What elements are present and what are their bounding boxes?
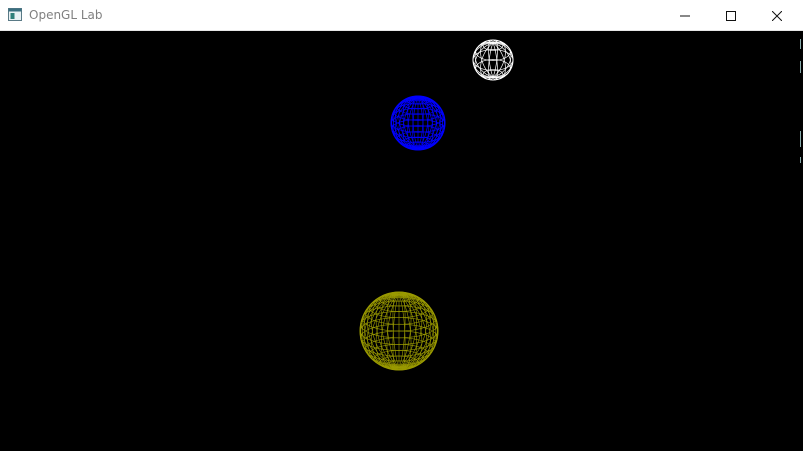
maximize-icon xyxy=(726,10,736,21)
app-window-icon xyxy=(8,8,22,21)
sphere-longitude-line xyxy=(472,42,514,78)
sphere-longitude-line xyxy=(488,39,498,81)
yellow-wireframe-sphere xyxy=(359,291,439,371)
sphere-longitude-line xyxy=(488,39,498,81)
close-button[interactable] xyxy=(754,0,800,31)
sphere-longitude-line xyxy=(480,40,506,80)
close-icon xyxy=(772,10,782,21)
white-wireframe-sphere xyxy=(472,39,514,81)
minimize-button[interactable] xyxy=(662,0,708,31)
window-right-edge xyxy=(799,31,803,451)
minimize-icon xyxy=(680,15,690,16)
title-bar[interactable]: OpenGL Lab xyxy=(0,0,803,31)
sphere-longitude-line xyxy=(474,42,512,78)
sphere-longitude-line xyxy=(474,42,512,78)
sphere-longitude-line xyxy=(480,40,506,80)
maximize-button[interactable] xyxy=(708,0,754,31)
sphere-outline xyxy=(472,39,514,81)
window-title: OpenGL Lab xyxy=(29,8,103,22)
opengl-viewport[interactable] xyxy=(0,31,799,451)
app-window: OpenGL Lab xyxy=(0,0,803,451)
blue-wireframe-sphere xyxy=(390,95,446,151)
